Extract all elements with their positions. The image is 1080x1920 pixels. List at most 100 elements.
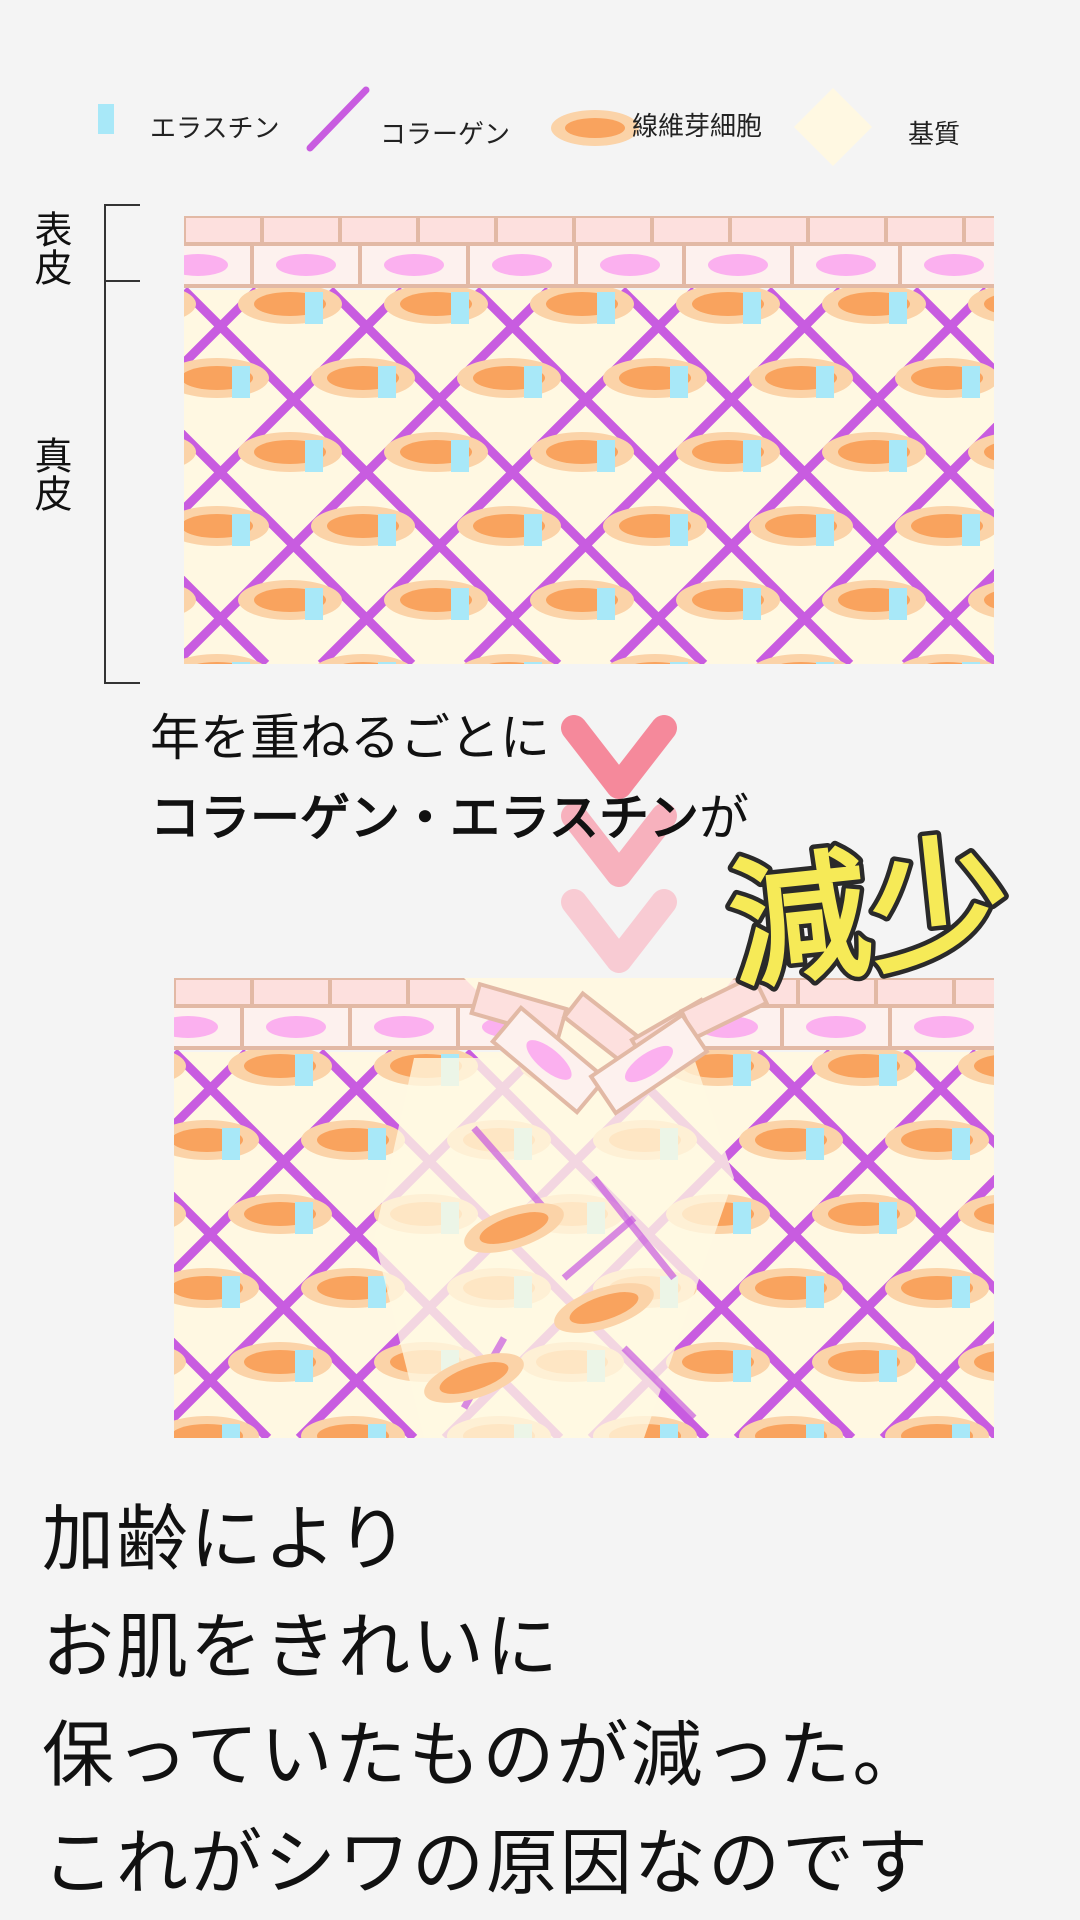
elastin-node [524, 514, 542, 546]
fibroblast [530, 432, 634, 472]
elastin-legend-icon [98, 104, 114, 134]
elastin-node [378, 662, 396, 664]
elastin-node [743, 440, 761, 472]
legend-fibroblast-label: 線維芽細胞 [632, 112, 763, 142]
fibroblast [822, 284, 926, 324]
elastin-node [451, 588, 469, 620]
elastin-node [879, 1350, 897, 1382]
elastin-node [816, 366, 834, 398]
cell-nucleus [806, 1016, 866, 1038]
fibroblast [457, 358, 561, 398]
elastin-node [368, 1128, 386, 1160]
elastin-node [889, 588, 907, 620]
fibroblast [238, 284, 342, 324]
elastin-node [806, 1276, 824, 1308]
fibroblast [301, 1120, 405, 1160]
cell-nucleus [816, 254, 876, 276]
healthy-skin-diagram [184, 216, 994, 664]
fibroblast [749, 358, 853, 398]
fibroblast [238, 432, 342, 472]
fibroblast [603, 506, 707, 546]
fibroblast [228, 1046, 332, 1086]
fibroblast [384, 580, 488, 620]
fibroblast [311, 506, 415, 546]
epidermis-label: 表皮 [28, 210, 72, 286]
cell-nucleus [266, 1016, 326, 1038]
fibroblast [885, 1268, 989, 1308]
fibroblast-legend-icon [551, 110, 639, 146]
elastin-node [743, 292, 761, 324]
fibroblast [311, 358, 415, 398]
elastin-node [295, 1350, 313, 1382]
fibroblast [238, 580, 342, 620]
elastin-node [222, 1424, 240, 1438]
elastin-node [232, 514, 250, 546]
elastin-node [295, 1202, 313, 1234]
elastin-node [368, 1276, 386, 1308]
elastin-node [524, 662, 542, 664]
cell-nucleus [384, 254, 444, 276]
chevron-down-icon [561, 889, 677, 973]
fibroblast [812, 1342, 916, 1382]
elastin-node [670, 514, 688, 546]
conclusion-line-1: 加齢により [42, 1497, 411, 1581]
elastin-node [879, 1054, 897, 1086]
fibroblast [228, 1342, 332, 1382]
caption-line-1: 年を重ねるごとに [150, 709, 550, 767]
aged-skin-diagram [174, 978, 994, 1438]
elastin-node [733, 1350, 751, 1382]
elastin-node [879, 1202, 897, 1234]
elastin-node [889, 440, 907, 472]
elastin-node [670, 366, 688, 398]
fibroblast [822, 432, 926, 472]
fibroblast [812, 1194, 916, 1234]
elastin-node [670, 662, 688, 664]
conclusion-line-4: これがシワの原因なのです [42, 1821, 931, 1905]
decrease-label: 減少 [718, 814, 1022, 992]
fibroblast [812, 1046, 916, 1086]
elastin-node [305, 588, 323, 620]
conclusion-line-2: お肌をきれいに [42, 1605, 561, 1689]
elastin-node [952, 1128, 970, 1160]
cell-nucleus [276, 254, 336, 276]
fibroblast [384, 432, 488, 472]
cell-nucleus [914, 1016, 974, 1038]
legend-collagen-label: コラーゲン [380, 120, 511, 150]
conclusion-line-3: 保っていたものが減った。 [42, 1713, 927, 1797]
elastin-node [378, 366, 396, 398]
fibroblast [666, 1342, 770, 1382]
legend-matrix-label: 基質 [908, 120, 961, 150]
elastin-node [222, 1276, 240, 1308]
elastin-node [806, 1128, 824, 1160]
fibroblast [676, 284, 780, 324]
fibroblast [749, 506, 853, 546]
elastin-node [305, 440, 323, 472]
elastin-node [806, 1424, 824, 1438]
elastin-node [952, 1424, 970, 1438]
fibroblast [530, 580, 634, 620]
decrease-text: 減少 [722, 819, 1018, 992]
cell-nucleus [600, 254, 660, 276]
matrix-legend-icon [794, 88, 872, 166]
elastin-node [733, 1202, 751, 1234]
elastin-node [889, 292, 907, 324]
collagen-legend-icon [306, 86, 370, 152]
elastin-node [368, 1424, 386, 1438]
elastin-node [378, 514, 396, 546]
elastin-node [597, 588, 615, 620]
elastin-node [816, 662, 834, 664]
fibroblast [739, 1120, 843, 1160]
elastin-node [295, 1054, 313, 1086]
elastin-node [305, 292, 323, 324]
decrease-arrows [561, 715, 677, 973]
caption-emphasis: コラーゲン・エラスチン [150, 789, 699, 847]
caption-line-2: コラーゲン・エラスチンが [150, 778, 749, 850]
elastin-node [524, 366, 542, 398]
elastin-node [816, 514, 834, 546]
fibroblast [384, 284, 488, 324]
fibroblast [457, 506, 561, 546]
fibroblast [676, 432, 780, 472]
fibroblast [885, 1120, 989, 1160]
elastin-node [733, 1054, 751, 1086]
cell-nucleus [492, 254, 552, 276]
